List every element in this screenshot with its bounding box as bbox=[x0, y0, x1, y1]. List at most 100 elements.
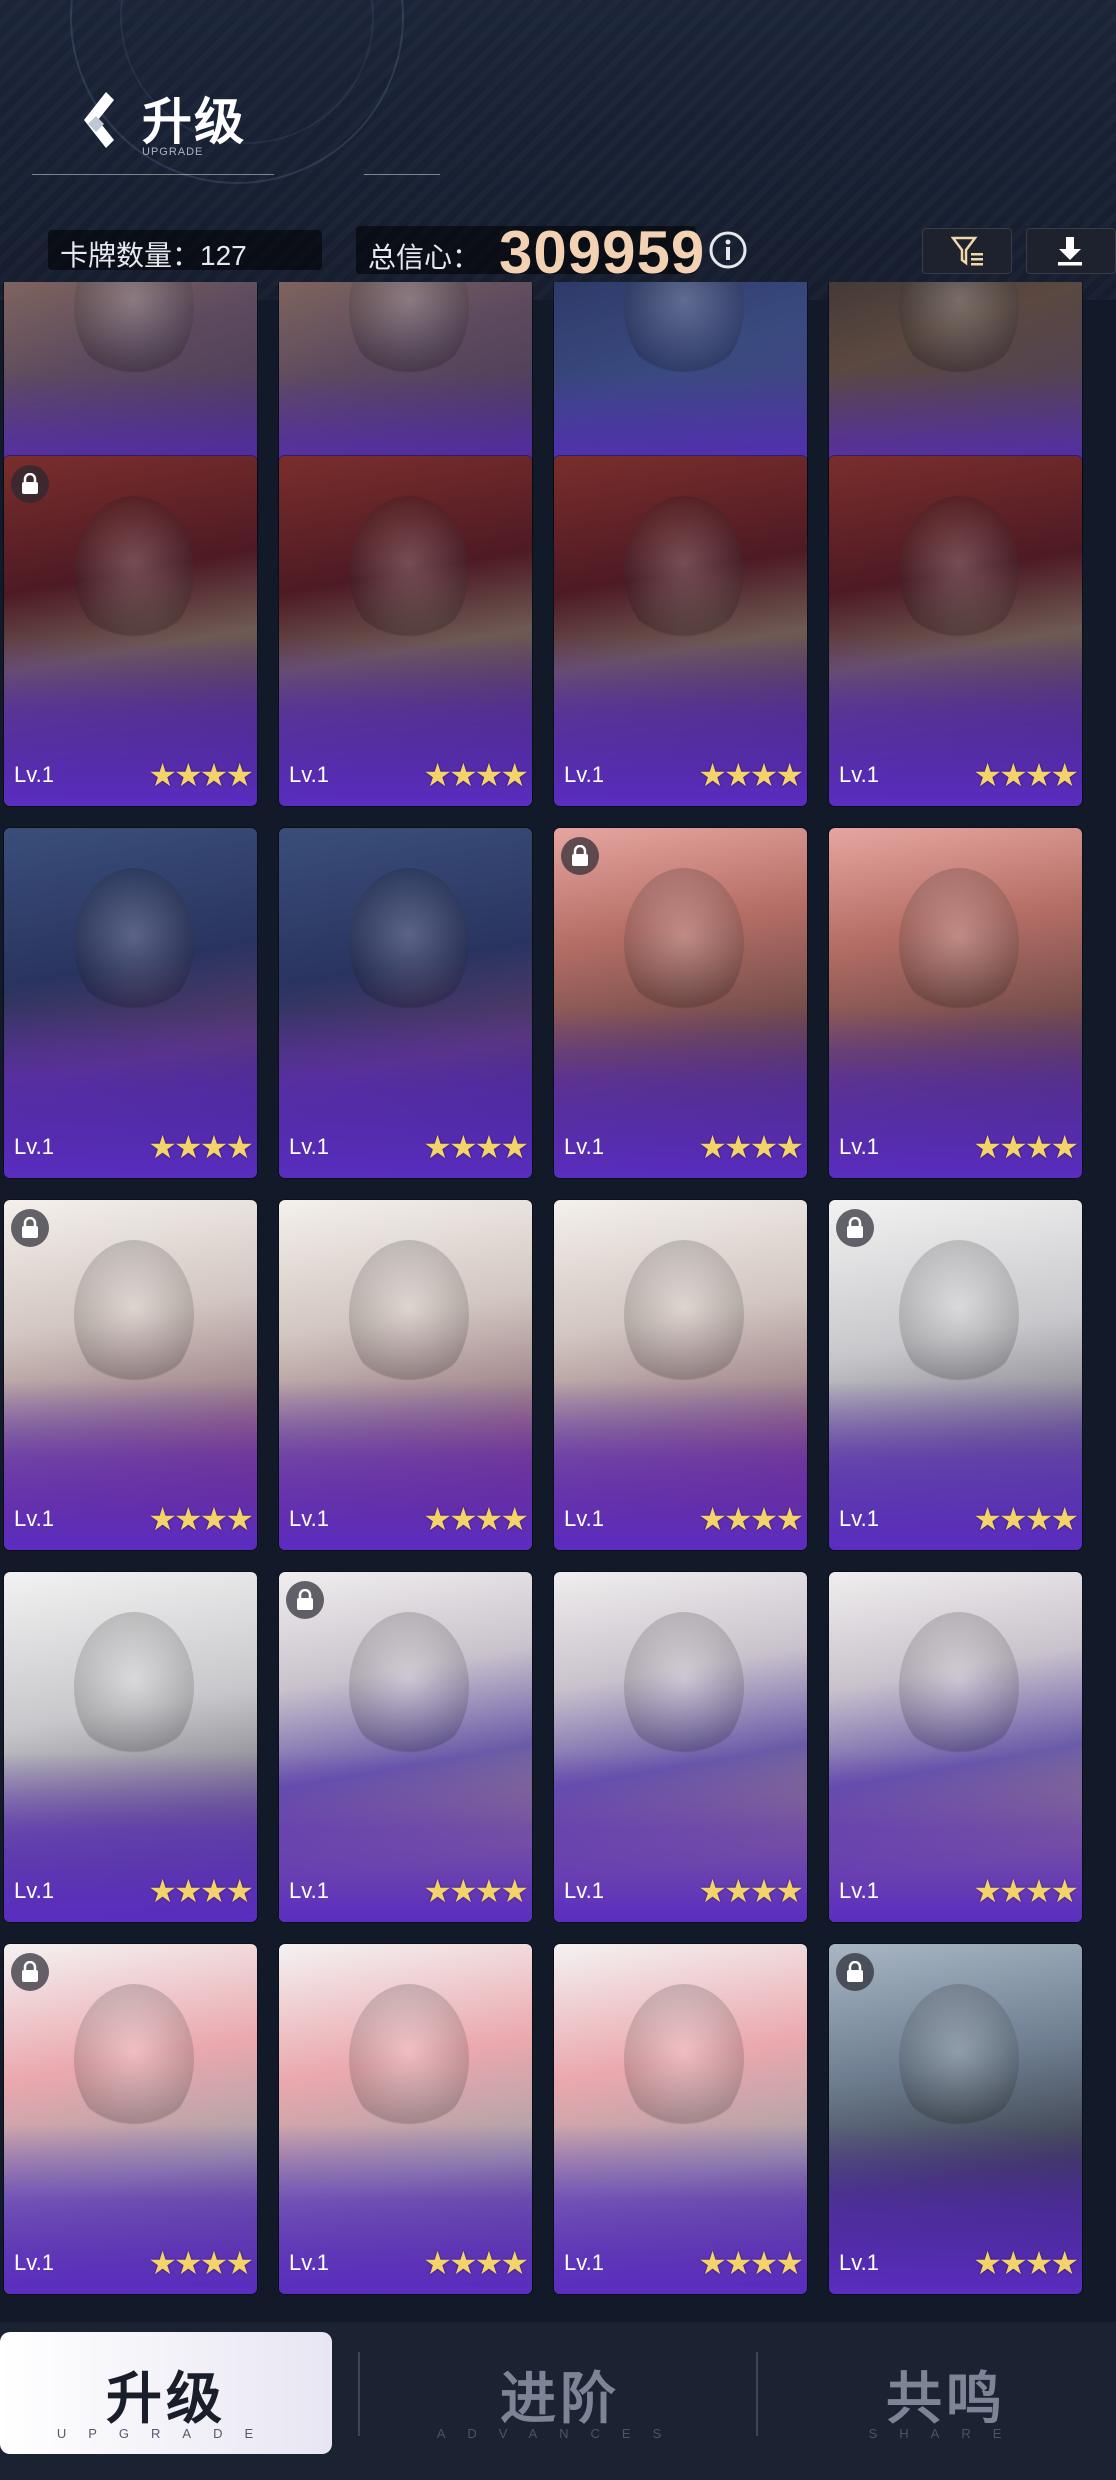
card-item[interactable]: Lv.1 ★★★★ bbox=[829, 1200, 1082, 1550]
card-level: Lv.1 bbox=[14, 1878, 54, 1903]
star-icon: ★★★★ bbox=[148, 1501, 254, 1537]
star-icon: ★★★★ bbox=[698, 1873, 804, 1909]
card-item[interactable]: Lv.1 ★★★★ bbox=[279, 1572, 532, 1922]
card-art bbox=[349, 1984, 469, 2134]
card-level: Lv.1 bbox=[14, 2250, 54, 2275]
star-icon: ★★★★ bbox=[423, 2245, 529, 2281]
card-item[interactable]: Lv.1 ★★★★ bbox=[829, 1944, 1082, 2294]
card-grid: Lv.1 ★★★★ Lv.1 ★★★★ Lv.1 ★★★★ Lv.1 ★★★★ Lv.1 ★★★★… bbox=[0, 282, 1116, 2322]
card-item[interactable]: Lv.1 ★★★★ bbox=[4, 456, 257, 806]
tab-advances-label: 进阶 bbox=[500, 2367, 620, 2430]
lock-icon[interactable] bbox=[11, 1953, 49, 1991]
star-icon: ★★★★ bbox=[973, 1873, 1079, 1909]
download-icon bbox=[1058, 237, 1082, 266]
star-icon: ★★★★ bbox=[973, 757, 1079, 793]
card-level: Lv.1 bbox=[14, 1134, 54, 1159]
card-level: Lv.1 bbox=[839, 1506, 879, 1531]
card-item[interactable]: Lv.1 ★★★★ bbox=[829, 828, 1082, 1178]
star-icon: ★★★★ bbox=[973, 1501, 1079, 1537]
lock-icon[interactable] bbox=[836, 1209, 874, 1247]
header: 升级 UPGRADE 卡牌数量：127 总信心： 309959 bbox=[0, 0, 1116, 300]
tab-advances-sublabel: ADVANCES bbox=[436, 2426, 684, 2441]
back-chevron-icon[interactable] bbox=[76, 90, 130, 150]
total-confidence-badge: 总信心： 309959 bbox=[356, 219, 704, 286]
card-level: Lv.1 bbox=[564, 1134, 604, 1159]
star-icon: ★★★★ bbox=[148, 1873, 254, 1909]
tab-divider bbox=[756, 2352, 758, 2436]
card-level: Lv.1 bbox=[839, 1878, 879, 1903]
card-art bbox=[899, 1612, 1019, 1762]
card-item[interactable]: Lv.1 ★★★★ bbox=[4, 1572, 257, 1922]
lock-icon[interactable] bbox=[561, 837, 599, 875]
card-level: Lv.1 bbox=[564, 762, 604, 787]
card-art bbox=[349, 282, 469, 382]
total-confidence-label: 总信心： bbox=[368, 242, 481, 273]
card-art bbox=[624, 496, 744, 646]
card-art bbox=[74, 1612, 194, 1762]
lock-icon[interactable] bbox=[836, 1953, 874, 1991]
lock-icon[interactable] bbox=[11, 465, 49, 503]
card-item[interactable]: Lv.1 ★★★★ bbox=[554, 456, 807, 806]
title-underline bbox=[32, 174, 274, 175]
tab-share-sublabel: SHARE bbox=[868, 2426, 1024, 2441]
card-level: Lv.1 bbox=[14, 1506, 54, 1531]
card-art bbox=[74, 1984, 194, 2134]
tab-upgrade-label: 升级 bbox=[106, 2367, 226, 2430]
tab-advances[interactable]: 进阶 ADVANCES bbox=[380, 2332, 740, 2454]
card-item[interactable]: Lv.1 ★★★★ bbox=[554, 828, 807, 1178]
card-count-label: 卡牌数量：127 bbox=[60, 240, 247, 271]
star-icon: ★★★★ bbox=[423, 1873, 529, 1909]
info-icon[interactable] bbox=[708, 230, 748, 270]
tab-upgrade-sublabel: UPGRADE bbox=[56, 2426, 276, 2441]
card-item[interactable]: Lv.1 ★★★★ bbox=[554, 1572, 807, 1922]
card-level: Lv.1 bbox=[564, 1506, 604, 1531]
star-icon: ★★★★ bbox=[698, 1129, 804, 1165]
card-art bbox=[899, 496, 1019, 646]
card-level: Lv.1 bbox=[839, 2250, 879, 2275]
card-item[interactable]: Lv.1 ★★★★ bbox=[4, 828, 257, 1178]
star-icon: ★★★★ bbox=[973, 1129, 1079, 1165]
filter-icon bbox=[951, 236, 983, 266]
star-icon: ★★★★ bbox=[423, 1501, 529, 1537]
card-item[interactable]: Lv.1 ★★★★ bbox=[4, 1944, 257, 2294]
page-subtitle: UPGRADE bbox=[142, 146, 204, 158]
card-art bbox=[899, 1984, 1019, 2134]
card-item[interactable]: Lv.1 ★★★★ bbox=[829, 1572, 1082, 1922]
card-level: Lv.1 bbox=[839, 1134, 879, 1159]
card-art bbox=[349, 1612, 469, 1762]
tab-upgrade[interactable]: 升级 UPGRADE bbox=[0, 2332, 332, 2454]
download-button[interactable] bbox=[1026, 228, 1116, 274]
tab-share[interactable]: 共鸣 SHARE bbox=[776, 2332, 1116, 2454]
card-item[interactable]: Lv.1 ★★★★ bbox=[4, 1200, 257, 1550]
card-art bbox=[74, 282, 194, 382]
card-item[interactable]: Lv.1 ★★★★ bbox=[279, 1200, 532, 1550]
card-art bbox=[349, 868, 469, 1018]
lock-icon[interactable] bbox=[286, 1581, 324, 1619]
card-level: Lv.1 bbox=[289, 1506, 329, 1531]
card-art bbox=[624, 1612, 744, 1762]
star-icon: ★★★★ bbox=[698, 2245, 804, 2281]
card-art bbox=[624, 282, 744, 382]
card-count-badge: 卡牌数量：127 bbox=[48, 230, 322, 271]
card-art bbox=[624, 1984, 744, 2134]
card-item[interactable]: Lv.1 ★★★★ bbox=[554, 1944, 807, 2294]
lock-icon[interactable] bbox=[11, 1209, 49, 1247]
card-art bbox=[74, 1240, 194, 1390]
card-art bbox=[899, 1240, 1019, 1390]
filter-button[interactable] bbox=[922, 228, 1012, 274]
card-item[interactable]: Lv.1 ★★★★ bbox=[554, 1200, 807, 1550]
card-item[interactable]: Lv.1 ★★★★ bbox=[829, 456, 1082, 806]
card-level: Lv.1 bbox=[564, 1878, 604, 1903]
card-item[interactable]: Lv.1 ★★★★ bbox=[279, 828, 532, 1178]
card-art bbox=[349, 1240, 469, 1390]
card-art bbox=[624, 1240, 744, 1390]
card-art bbox=[624, 868, 744, 1018]
tab-divider bbox=[358, 2352, 360, 2436]
card-item[interactable]: Lv.1 ★★★★ bbox=[279, 456, 532, 806]
total-confidence-value: 309959 bbox=[499, 219, 706, 286]
card-level: Lv.1 bbox=[289, 2250, 329, 2275]
card-art bbox=[74, 496, 194, 646]
card-item[interactable]: Lv.1 ★★★★ bbox=[279, 1944, 532, 2294]
card-art bbox=[349, 496, 469, 646]
card-level: Lv.1 bbox=[14, 762, 54, 787]
